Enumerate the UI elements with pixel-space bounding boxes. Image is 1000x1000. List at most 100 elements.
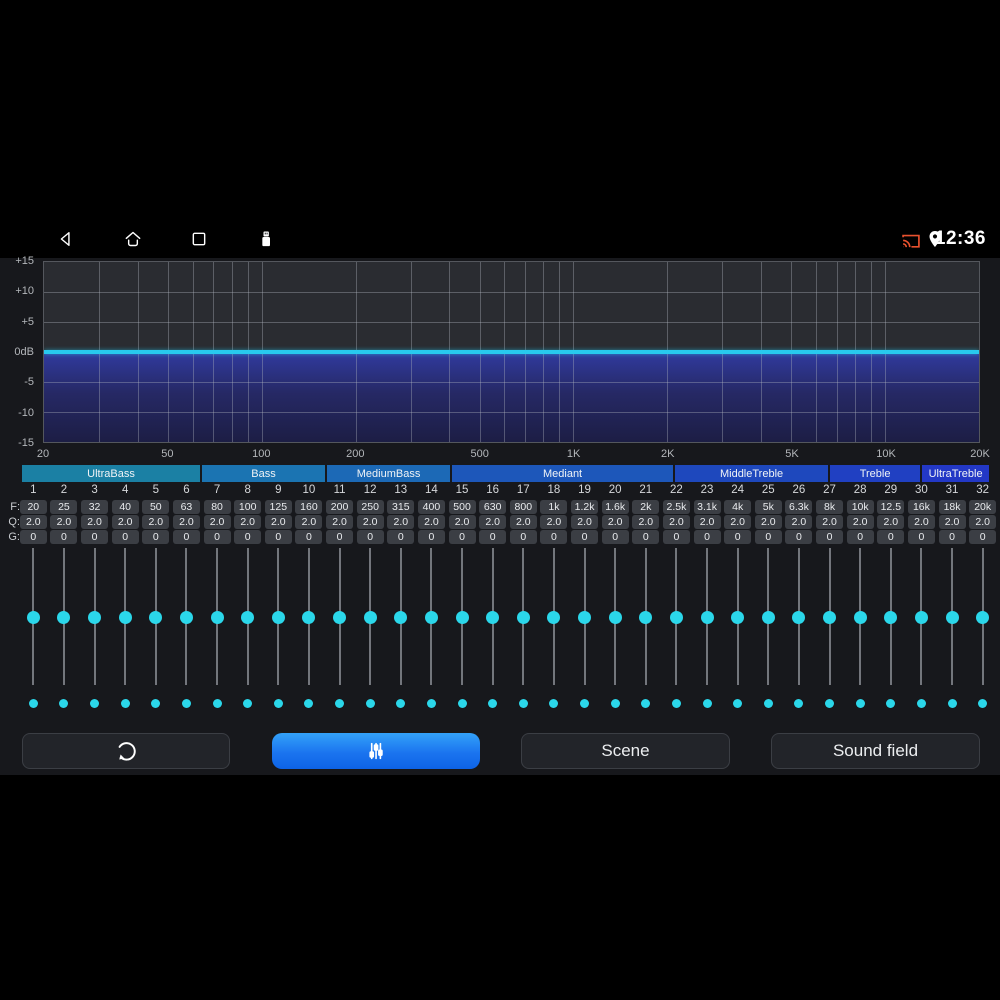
gain-slider-knob[interactable] xyxy=(241,610,255,624)
gain-slider-knob[interactable] xyxy=(149,610,163,624)
back-icon[interactable] xyxy=(56,229,76,249)
band-indicator-dot[interactable] xyxy=(518,698,528,708)
reset-button[interactable] xyxy=(22,733,230,769)
band-indicator-dot[interactable] xyxy=(457,698,467,708)
usb-drive-icon xyxy=(262,231,270,247)
gain-slider-knob[interactable] xyxy=(792,610,806,624)
gain-slider-knob[interactable] xyxy=(853,610,867,624)
gain-slider-knob[interactable] xyxy=(455,610,469,624)
band-frequency-value: 40 xyxy=(111,500,139,514)
band-indicator-dot[interactable] xyxy=(549,698,559,708)
frequency-axis-label: 50 xyxy=(161,448,174,460)
gain-slider-knob[interactable] xyxy=(57,610,71,624)
gain-slider-knob[interactable] xyxy=(700,610,714,624)
gain-slider-knob[interactable] xyxy=(823,610,837,624)
band-number: 1 xyxy=(30,484,37,496)
band-number: 17 xyxy=(516,484,530,496)
band-number: 27 xyxy=(823,484,836,496)
band-indicator-dot[interactable] xyxy=(855,698,865,708)
band-frequency-value: 160 xyxy=(295,500,323,514)
gain-slider-knob[interactable] xyxy=(424,610,438,624)
band-indicator-dot[interactable] xyxy=(273,698,283,708)
band-indicator-dot[interactable] xyxy=(120,698,130,708)
eq-frequency-response-chart[interactable] xyxy=(43,261,980,443)
recents-icon[interactable] xyxy=(189,229,209,249)
eq-curve-fill xyxy=(44,353,979,442)
home-icon[interactable] xyxy=(123,229,143,249)
band-number: 15 xyxy=(455,484,469,496)
band-indicator-dot[interactable] xyxy=(426,698,436,708)
band-indicator-dot[interactable] xyxy=(794,698,804,708)
gain-slider-knob[interactable] xyxy=(394,610,408,624)
band-indicator-dot[interactable] xyxy=(488,698,498,708)
band-indicator-dot[interactable] xyxy=(243,698,253,708)
band-indicator-dot[interactable] xyxy=(90,698,100,708)
band-frequency-value: 1.6k xyxy=(601,500,629,514)
gain-slider-knob[interactable] xyxy=(486,610,500,624)
gain-slider-knob[interactable] xyxy=(516,610,530,624)
gain-slider-knob[interactable] xyxy=(179,610,193,624)
gain-slider-knob[interactable] xyxy=(578,610,592,624)
db-axis-label: 0dB xyxy=(14,346,34,358)
gain-slider-knob[interactable] xyxy=(547,610,561,624)
band-indicator-dot[interactable] xyxy=(304,698,314,708)
gain-slider-knob[interactable] xyxy=(669,610,683,624)
gain-slider-knob[interactable] xyxy=(884,610,898,624)
equalizer-button[interactable] xyxy=(272,733,480,769)
band-indicator-dot[interactable] xyxy=(59,698,69,708)
frequency-axis-label: 20K xyxy=(970,448,990,460)
band-indicator-dot[interactable] xyxy=(610,698,620,708)
band-number: 14 xyxy=(425,484,438,496)
band-indicator-dot[interactable] xyxy=(671,698,681,708)
band-indicator-dot[interactable] xyxy=(916,698,926,708)
band-frequency-value: 16k xyxy=(907,500,935,514)
gain-slider-knob[interactable] xyxy=(976,610,990,624)
band-indicator-dot[interactable] xyxy=(365,698,375,708)
gain-slider-knob[interactable] xyxy=(639,610,653,624)
gain-slider-knob[interactable] xyxy=(26,610,40,624)
band-indicator-dot[interactable] xyxy=(978,698,988,708)
band-indicator-dot[interactable] xyxy=(825,698,835,708)
band-gain-value: 0 xyxy=(601,530,629,544)
scene-button[interactable]: Scene xyxy=(521,733,730,769)
gain-slider-knob[interactable] xyxy=(761,610,775,624)
db-axis-label: +10 xyxy=(15,285,34,298)
gain-slider-knob[interactable] xyxy=(945,610,959,624)
sound-field-button[interactable]: Sound field xyxy=(771,733,980,769)
band-indicator-dot[interactable] xyxy=(947,698,957,708)
band-q-value: 2.0 xyxy=(326,515,354,529)
gain-slider-knob[interactable] xyxy=(914,610,928,624)
gain-slider-knob[interactable] xyxy=(363,610,377,624)
gain-slider-knob[interactable] xyxy=(271,610,285,624)
gain-slider-knob[interactable] xyxy=(731,610,745,624)
band-q-value: 2.0 xyxy=(969,515,997,529)
band-indicator-dot[interactable] xyxy=(763,698,773,708)
band-gain-value: 0 xyxy=(571,530,599,544)
band-indicator-dot[interactable] xyxy=(28,698,38,708)
band-number: 20 xyxy=(608,484,622,496)
band-gain-value: 0 xyxy=(816,530,844,544)
band-indicator-dot[interactable] xyxy=(335,698,345,708)
band-indicator-dot[interactable] xyxy=(886,698,896,708)
band-gain-value: 0 xyxy=(540,530,568,544)
cast-icon xyxy=(902,234,920,248)
band-indicator-dot[interactable] xyxy=(212,698,222,708)
gain-slider-knob[interactable] xyxy=(302,610,316,624)
band-frequency-value: 4k xyxy=(724,500,752,514)
band-indicator-dot[interactable] xyxy=(702,698,712,708)
band-indicator-dot[interactable] xyxy=(733,698,743,708)
gain-slider-knob[interactable] xyxy=(88,610,102,624)
band-indicator-dot[interactable] xyxy=(181,698,191,708)
band-indicator-dot[interactable] xyxy=(396,698,406,708)
gain-slider-knob[interactable] xyxy=(608,610,622,624)
gain-slider-knob[interactable] xyxy=(210,610,224,624)
band-indicator-dot[interactable] xyxy=(580,698,590,708)
band-gain-value: 0 xyxy=(724,530,752,544)
band-gain-value: 0 xyxy=(19,530,47,544)
band-q-value: 2.0 xyxy=(234,515,262,529)
gain-slider-knob[interactable] xyxy=(333,610,347,624)
gain-slider-knob[interactable] xyxy=(118,610,132,624)
band-number: 8 xyxy=(244,484,251,496)
band-indicator-dot[interactable] xyxy=(641,698,651,708)
band-indicator-dot[interactable] xyxy=(151,698,161,708)
